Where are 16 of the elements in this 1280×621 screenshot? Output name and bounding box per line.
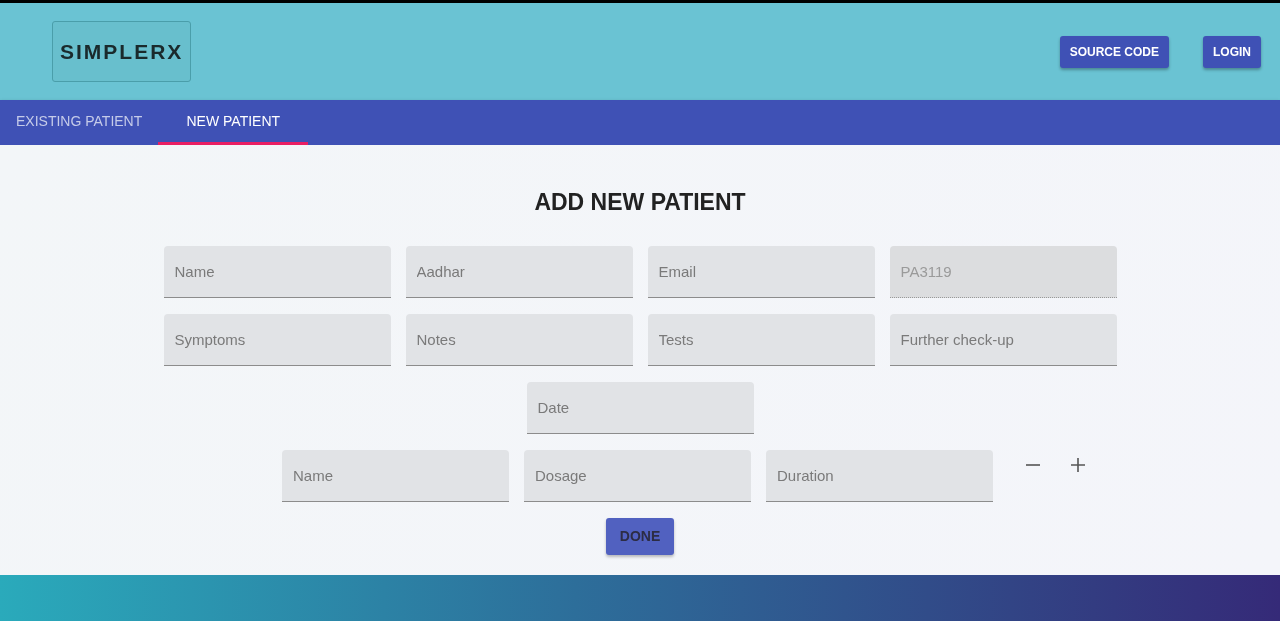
input-field[interactable]: Duration	[766, 449, 993, 502]
input-field[interactable]: Name	[163, 245, 391, 298]
input-field[interactable]: Dosage	[524, 449, 751, 502]
form-title: ADD NEW PATIENT	[534, 188, 746, 217]
input-field[interactable]: Date	[526, 381, 754, 434]
input-field[interactable]: Notes	[405, 313, 633, 366]
input-field[interactable]: Tests	[647, 313, 875, 366]
login-button[interactable]: LOGIN	[1203, 35, 1261, 68]
input-field[interactable]: Email	[647, 245, 875, 298]
input-field[interactable]: Aadhar	[405, 245, 633, 298]
logo: SIMPLERX	[52, 20, 192, 83]
input-field[interactable]: Further check-up	[889, 313, 1117, 366]
tab[interactable]: EXISTING PATIENT	[0, 100, 159, 145]
source-code-button[interactable]: SOURCE CODE	[1059, 35, 1169, 68]
input-field[interactable]: Symptoms	[163, 313, 391, 366]
input-field[interactable]: Name	[282, 449, 509, 502]
